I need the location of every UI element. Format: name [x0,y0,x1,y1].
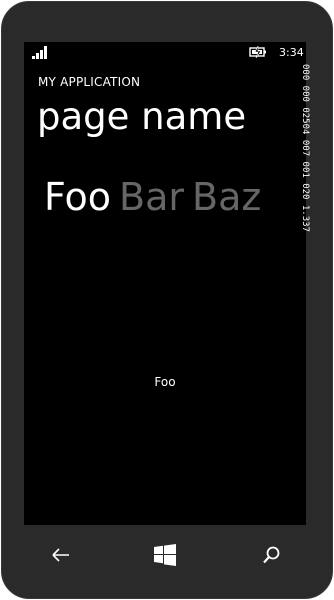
battery-icon [249,46,266,58]
back-arrow-icon [52,548,69,562]
back-button[interactable] [46,540,76,570]
app-title: MY APPLICATION [38,75,141,89]
pivot-tab-bar[interactable]: Bar [119,175,184,219]
frame-rate-counters: 000 000 02504 007 001 020 1.337 [299,62,313,292]
signal-bars-icon [32,46,47,59]
pivot-tab-foo[interactable]: Foo [44,175,111,219]
status-time: 3:34 [279,46,304,59]
pivot-tab-baz[interactable]: Baz [192,175,261,219]
frame-rate-counter-text: 000 000 02504 007 001 020 1.337 [300,64,310,232]
pivot-content-text: Foo [154,375,176,389]
start-button[interactable] [150,540,180,570]
windows-logo-icon [154,544,176,566]
screen: 3:34 MY APPLICATION page name Foo Bar Baz … [24,42,306,525]
hardware-nav-bar [24,532,306,578]
phone-frame: 3:34 MY APPLICATION page name Foo Bar Baz … [1,1,333,599]
status-bar: 3:34 [24,42,306,66]
pivot-header: Foo Bar Baz [44,178,269,216]
search-icon [263,546,280,564]
page-title: page name [37,95,247,138]
search-button[interactable] [257,540,287,570]
